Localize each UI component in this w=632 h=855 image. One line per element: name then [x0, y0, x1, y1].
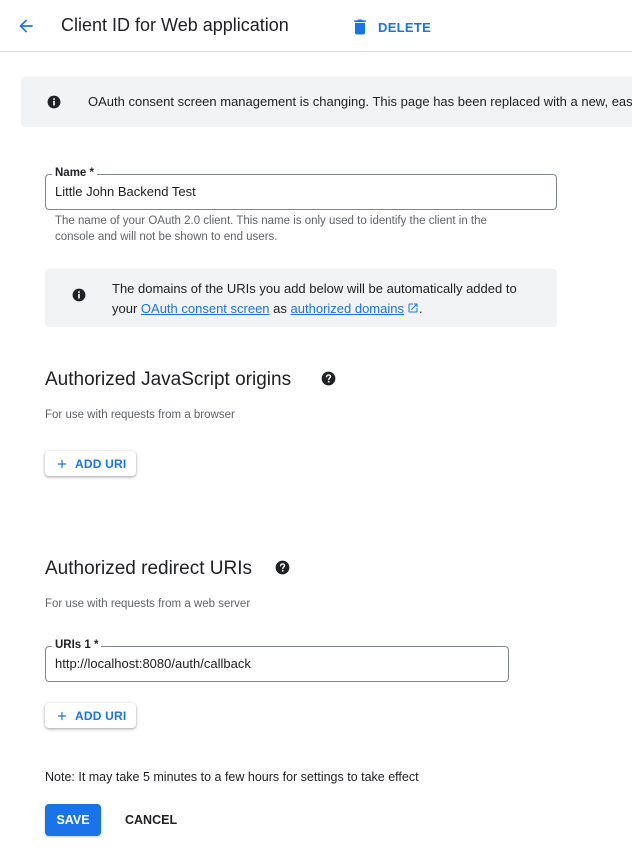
domains-info-box: The domains of the URIs you add below wi… [45, 269, 557, 327]
authorized-domains-link[interactable]: authorized domains [291, 301, 404, 316]
domains-info-suffix: . [418, 301, 423, 316]
domains-info-prefix: your [112, 301, 141, 316]
help-icon[interactable] [321, 371, 336, 386]
external-link-icon[interactable] [407, 302, 419, 314]
page-title: Client ID for Web application [61, 15, 289, 35]
plus-icon [57, 459, 67, 468]
redirect-uris-title: Authorized redirect URIs [45, 558, 252, 579]
oauth-consent-screen-link[interactable]: OAuth consent screen [141, 301, 270, 316]
add-js-origin-button[interactable]: ADD URI [45, 451, 137, 476]
name-hint-line1: The name of your OAuth 2.0 client. This … [55, 215, 487, 227]
js-origins-description: For use with requests from a browser [45, 409, 235, 421]
arrow-back-icon [19, 19, 33, 33]
save-button[interactable]: SAVE [45, 804, 101, 836]
banner-text: OAuth consent screen management is chang… [88, 94, 632, 109]
name-hint-line2: console and will not be shown to end use… [55, 231, 278, 243]
redirect-uri-field[interactable]: URIs 1 * http://localhost:8080/auth/call… [45, 639, 509, 682]
add-js-origin-label: ADD URI [75, 456, 127, 471]
name-field-label: Name * [52, 167, 97, 179]
domains-info-line1: The domains of the URIs you add below wi… [112, 281, 517, 296]
plus-icon [57, 711, 67, 720]
name-input[interactable]: Little John Backend Test [55, 184, 196, 199]
js-origins-title: Authorized JavaScript origins [45, 369, 292, 390]
domains-info-text: The domains of the URIs you add below wi… [112, 279, 532, 319]
back-button[interactable] [12, 12, 40, 40]
add-redirect-uri-label: ADD URI [75, 708, 127, 723]
settings-delay-note: Note: It may take 5 minutes to a few hou… [45, 770, 419, 784]
redirect-uri-input[interactable]: http://localhost:8080/auth/callback [55, 656, 251, 671]
domains-info-middle: as [269, 301, 291, 316]
consent-change-banner: OAuth consent screen management is chang… [21, 77, 632, 127]
redirect-uri-field-label: URIs 1 * [52, 639, 102, 651]
add-redirect-uri-button[interactable]: ADD URI [45, 703, 137, 728]
info-icon [72, 288, 86, 302]
name-field[interactable]: Name * Little John Backend Test [45, 167, 557, 210]
delete-button[interactable]: DELETE [350, 14, 431, 40]
domains-info-line2: your OAuth consent screen as authorized … [112, 299, 532, 319]
redirect-uris-description: For use with requests from a web server [45, 598, 251, 610]
help-icon[interactable] [275, 560, 290, 575]
name-hint: The name of your OAuth 2.0 client. This … [55, 213, 487, 245]
info-icon [47, 95, 61, 109]
top-app-bar: Client ID for Web application DELETE [0, 0, 632, 52]
authorized-domains-link-label: authorized domains [290, 301, 404, 316]
cancel-button[interactable]: CANCEL [116, 804, 186, 836]
delete-button-label: DELETE [378, 19, 432, 35]
trash-icon [354, 19, 366, 35]
